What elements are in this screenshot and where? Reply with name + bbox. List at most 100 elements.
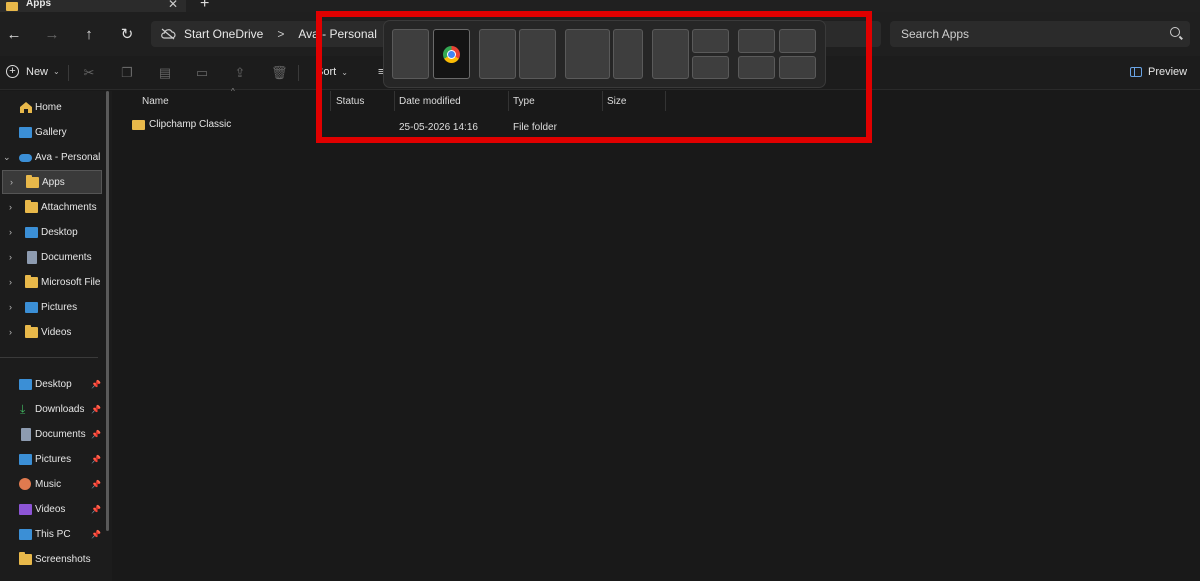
snap-zone[interactable] bbox=[613, 29, 643, 79]
column-divider[interactable] bbox=[508, 91, 509, 111]
sidebar-item-label: Screenshots bbox=[35, 553, 91, 565]
toolbar-divider bbox=[298, 65, 299, 81]
sidebar-item-attachments[interactable]: › Attachments bbox=[0, 195, 102, 219]
chevron-right-icon[interactable]: › bbox=[9, 327, 12, 337]
chevron-right-icon[interactable]: › bbox=[9, 227, 12, 237]
sidebar-item-label: Ava - Personal bbox=[35, 151, 101, 163]
search-box[interactable]: Search Apps bbox=[890, 21, 1190, 47]
chevron-right-icon[interactable]: › bbox=[10, 177, 13, 187]
snap-zone[interactable] bbox=[519, 29, 556, 79]
back-button[interactable]: ← bbox=[4, 24, 24, 44]
sidebar-item-music[interactable]: Music 📌 bbox=[0, 472, 102, 496]
preview-pane-icon bbox=[1130, 67, 1142, 77]
gallery-icon bbox=[19, 126, 32, 138]
pin-icon[interactable]: 📌 bbox=[91, 530, 101, 539]
column-header-size[interactable]: Size bbox=[607, 91, 626, 111]
new-button[interactable]: + New ⌄ bbox=[6, 65, 60, 78]
snap-zone[interactable] bbox=[479, 29, 516, 79]
column-divider[interactable] bbox=[330, 91, 331, 111]
sidebar-item-desktop[interactable]: › Desktop bbox=[0, 220, 102, 244]
sidebar-scrollbar[interactable] bbox=[106, 91, 109, 531]
tab-bar: Apps ✕ + bbox=[0, 0, 1200, 12]
chevron-right-icon[interactable]: › bbox=[9, 252, 12, 262]
sidebar-item-this-pc[interactable]: This PC 📌 bbox=[0, 522, 102, 546]
chevron-down-icon[interactable]: ⌄ bbox=[3, 152, 11, 163]
snap-zone[interactable] bbox=[779, 29, 816, 53]
sidebar-item-ava-personal[interactable]: ⌄ Ava - Personal bbox=[0, 145, 102, 169]
sidebar-item-apps[interactable]: › Apps bbox=[2, 170, 102, 194]
delete-icon[interactable]: 🗑 bbox=[271, 66, 288, 80]
column-header-name[interactable]: Name bbox=[142, 91, 169, 111]
sidebar-item-documents[interactable]: › Documents bbox=[0, 245, 102, 269]
forward-button[interactable]: → bbox=[42, 24, 62, 44]
home-icon bbox=[20, 101, 32, 113]
tab-title: Apps bbox=[26, 0, 51, 9]
sidebar-item-label: Downloads bbox=[35, 403, 85, 415]
sidebar-item-pictures-pinned[interactable]: Pictures 📌 bbox=[0, 447, 102, 471]
sort-button[interactable]: Sort ⌄ bbox=[316, 66, 348, 78]
breadcrumb-ava-personal[interactable]: Ava - Personal bbox=[298, 27, 377, 41]
snap-zone[interactable] bbox=[779, 56, 816, 79]
sidebar-item-pictures[interactable]: › Pictures bbox=[0, 295, 102, 319]
refresh-button[interactable]: ↻ bbox=[117, 24, 137, 44]
pin-icon[interactable]: 📌 bbox=[91, 405, 101, 414]
sidebar-item-label: Videos bbox=[41, 326, 72, 338]
column-divider[interactable] bbox=[602, 91, 603, 111]
search-input[interactable]: Search Apps bbox=[901, 27, 969, 41]
paste-icon[interactable]: ▤ bbox=[158, 66, 172, 80]
sidebar-item-downloads[interactable]: ⤓ Downloads 📌 bbox=[0, 397, 102, 421]
pin-icon[interactable]: 📌 bbox=[91, 505, 101, 514]
snap-zone[interactable] bbox=[652, 29, 689, 79]
pictures-icon bbox=[25, 301, 38, 313]
copy-icon[interactable]: ❐ bbox=[120, 66, 134, 80]
sidebar-item-gallery[interactable]: Gallery bbox=[0, 120, 102, 144]
sidebar-item-microsoft-files[interactable]: › Microsoft File S bbox=[0, 270, 102, 294]
new-label: New bbox=[26, 65, 49, 78]
pin-icon[interactable]: 📌 bbox=[91, 380, 101, 389]
tab-apps[interactable]: Apps ✕ bbox=[0, 0, 186, 12]
sidebar-item-desktop-pinned[interactable]: Desktop 📌 bbox=[0, 372, 102, 396]
documents-icon bbox=[21, 427, 31, 441]
share-icon[interactable]: ⇪ bbox=[233, 66, 247, 80]
preview-button[interactable]: Preview bbox=[1130, 66, 1187, 78]
sidebar-divider bbox=[0, 357, 98, 358]
chevron-right-icon[interactable]: › bbox=[9, 302, 12, 312]
folder-icon bbox=[25, 324, 38, 338]
row-name-cell[interactable]: Clipchamp Classic bbox=[132, 119, 231, 130]
sidebar-item-documents-pinned[interactable]: Documents 📌 bbox=[0, 422, 102, 446]
sidebar-item-home[interactable]: Home bbox=[0, 95, 102, 119]
cut-icon[interactable]: ✂ bbox=[82, 66, 96, 80]
breadcrumb-separator[interactable]: > bbox=[277, 27, 284, 41]
column-header-date-modified[interactable]: Date modified bbox=[399, 91, 461, 111]
sidebar-item-label: Videos bbox=[35, 503, 66, 515]
folder-icon bbox=[19, 551, 32, 565]
downloads-icon: ⤓ bbox=[20, 401, 26, 416]
column-divider[interactable] bbox=[394, 91, 395, 111]
music-icon bbox=[19, 478, 31, 490]
chevron-right-icon[interactable]: › bbox=[9, 202, 12, 212]
pin-icon[interactable]: 📌 bbox=[91, 455, 101, 464]
column-header-type[interactable]: Type bbox=[513, 91, 535, 111]
snap-zone[interactable] bbox=[738, 56, 775, 79]
sidebar-item-videos[interactable]: › Videos bbox=[0, 320, 102, 344]
up-button[interactable]: ↑ bbox=[79, 24, 99, 44]
close-tab-icon[interactable]: ✕ bbox=[168, 0, 178, 11]
rename-icon[interactable]: ▭ bbox=[195, 66, 209, 80]
snap-zone[interactable] bbox=[565, 29, 610, 79]
sidebar-item-videos-pinned[interactable]: Videos 📌 bbox=[0, 497, 102, 521]
column-divider[interactable] bbox=[665, 91, 666, 111]
breadcrumb-start-onedrive[interactable]: Start OneDrive bbox=[184, 27, 263, 41]
chevron-right-icon[interactable]: › bbox=[9, 277, 12, 287]
sort-label: Sort bbox=[316, 66, 337, 78]
chrome-icon bbox=[443, 45, 460, 63]
snap-zone[interactable] bbox=[738, 29, 775, 53]
column-header-status[interactable]: Status bbox=[336, 91, 364, 111]
snap-zone[interactable] bbox=[692, 56, 729, 79]
snap-zone-active[interactable] bbox=[433, 29, 470, 79]
sidebar-item-screenshots[interactable]: Screenshots bbox=[0, 547, 102, 571]
chevron-down-icon: ⌄ bbox=[341, 67, 348, 77]
snap-zone[interactable] bbox=[692, 29, 729, 53]
snap-zone[interactable] bbox=[392, 29, 429, 79]
pin-icon[interactable]: 📌 bbox=[91, 430, 101, 439]
pin-icon[interactable]: 📌 bbox=[91, 480, 101, 489]
